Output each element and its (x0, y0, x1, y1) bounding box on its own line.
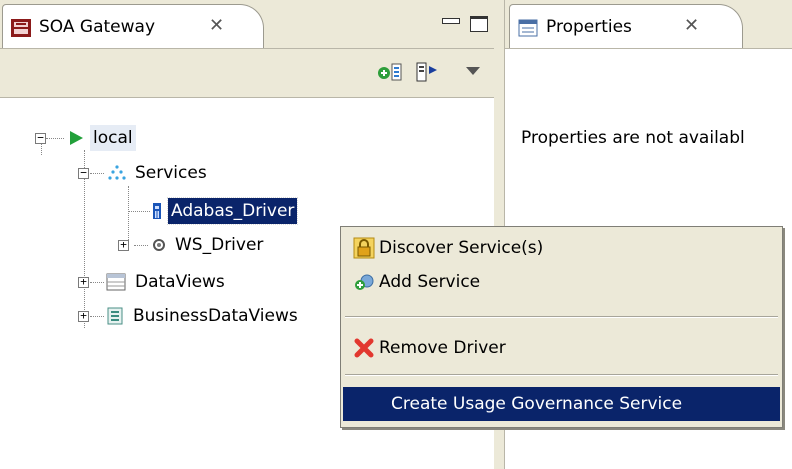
menu-item-create-usage-governance-service[interactable]: Create Usage Governance Service (343, 387, 780, 421)
tree-node-local[interactable]: local (68, 125, 136, 151)
menu-separator (345, 316, 778, 318)
menu-item-discover-services[interactable]: Discover Service(s) (343, 231, 780, 265)
left-tabstrip: SOA Gateway ✕ (0, 0, 494, 49)
properties-icon (518, 19, 538, 37)
tree-node-ws-driver[interactable]: WS_Driver (152, 232, 266, 258)
tree-node-dataviews[interactable]: DataViews (106, 269, 228, 295)
context-menu: Discover Service(s) Add Service Remove D… (340, 226, 783, 428)
right-tabstrip: Properties ✕ (505, 0, 792, 49)
run-icon (70, 131, 83, 145)
add-service-icon (355, 274, 374, 290)
business-view-icon (107, 307, 123, 325)
expand-dataviews-icon[interactable]: + (78, 276, 89, 288)
add-service-icon[interactable] (377, 61, 403, 83)
expand-businessdataviews-icon[interactable]: + (78, 310, 89, 322)
tab-properties-label: Properties (546, 17, 632, 37)
run-icon[interactable] (415, 61, 439, 83)
expand-ws-driver-icon[interactable]: + (118, 239, 129, 251)
collapse-services-icon[interactable]: − (78, 167, 89, 179)
table-icon (106, 273, 126, 291)
menu-item-add-service[interactable]: Add Service (343, 265, 780, 299)
tree-node-adabas-driver[interactable]: Adabas_Driver (152, 197, 299, 225)
tab-soa-gateway[interactable]: SOA Gateway ✕ (2, 4, 264, 48)
lock-icon (353, 237, 375, 259)
red-x-icon (354, 338, 374, 358)
gear-icon (153, 239, 165, 251)
tab-soa-gateway-label: SOA Gateway (39, 17, 156, 37)
close-icon[interactable]: ✕ (684, 15, 699, 36)
menu-separator (345, 374, 778, 376)
tree-node-services[interactable]: Services (108, 160, 210, 186)
menu-item-remove-driver[interactable]: Remove Driver (343, 331, 780, 365)
view-menu-icon[interactable] (466, 67, 480, 75)
tab-properties[interactable]: Properties ✕ (509, 4, 743, 48)
tree-node-businessdataviews[interactable]: BusinessDataViews (106, 303, 301, 329)
left-toolbar (0, 49, 494, 98)
minimize-icon[interactable] (442, 18, 460, 24)
collapse-local-icon[interactable]: − (35, 132, 46, 144)
services-icon (108, 165, 126, 180)
close-icon[interactable]: ✕ (209, 15, 224, 36)
left-view-buttons (442, 16, 488, 32)
adabas-icon (153, 203, 161, 219)
soa-gateway-icon (11, 19, 31, 37)
properties-message: Properties are not availabl (521, 128, 745, 148)
maximize-icon[interactable] (470, 16, 488, 32)
